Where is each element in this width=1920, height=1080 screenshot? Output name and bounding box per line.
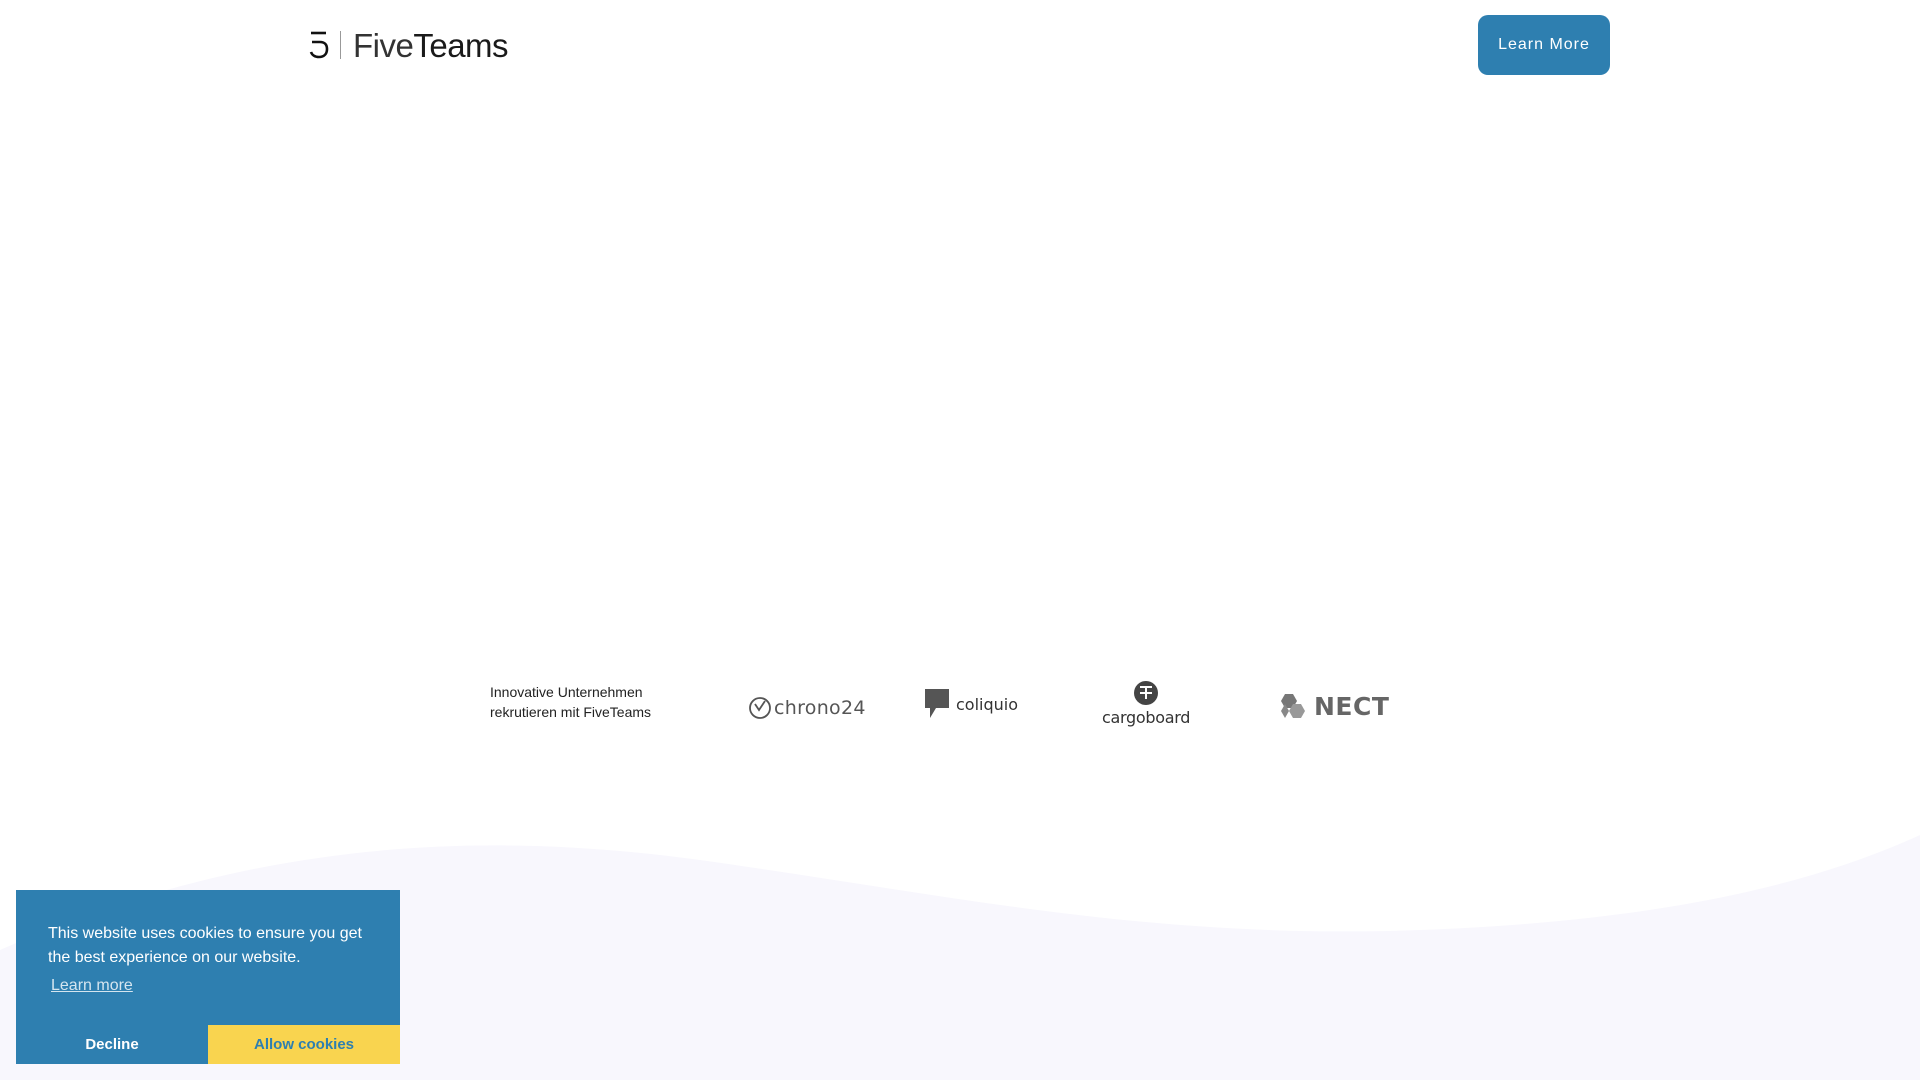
fiveteams-logo[interactable]: FiveTeams [308,26,509,64]
chrono24-clock-icon [749,697,771,719]
cookie-learn-more-link[interactable]: Learn more [51,974,133,998]
logo-wordmark: FiveTeams [353,26,509,64]
cargoboard-wordmark: cargoboard [1102,708,1191,727]
coliquio-wordmark: coliquio [956,694,1019,714]
cookie-allow-button[interactable]: Allow cookies [208,1025,400,1064]
learn-more-button[interactable]: Learn More [1478,15,1610,75]
chrono24-wordmark: chrono24 [774,697,866,719]
nect-wordmark: NECT [1314,691,1390,721]
client-logo-chrono24: chrono24 [748,690,866,726]
cargoboard-cube-icon [1134,681,1159,705]
clients-tagline: Innovative Unternehmen rekrutieren mit F… [490,684,652,720]
logo-teams: Teams [413,26,509,64]
client-logo-cargoboard: cargoboard [1102,680,1190,730]
fiveteams-logo-icon [309,31,329,59]
cookie-message: This website uses cookies to ensure you … [48,925,362,966]
logo-five: Five [353,26,414,64]
client-logo-nect: NECT [1278,688,1389,724]
coliquio-bubble-icon [925,689,949,718]
site-header: FiveTeams Learn More [0,0,1920,90]
client-logo-coliquio: coliquio [924,686,1018,722]
cookie-consent-banner: This website uses cookies to ensure you … [16,890,400,1064]
cookie-decline-button[interactable]: Decline [16,1025,208,1064]
client-logos-section: Innovative Unternehmen rekrutieren mit F… [0,670,1920,770]
nect-logo-icon [1281,694,1305,718]
logo-separator [340,31,341,59]
